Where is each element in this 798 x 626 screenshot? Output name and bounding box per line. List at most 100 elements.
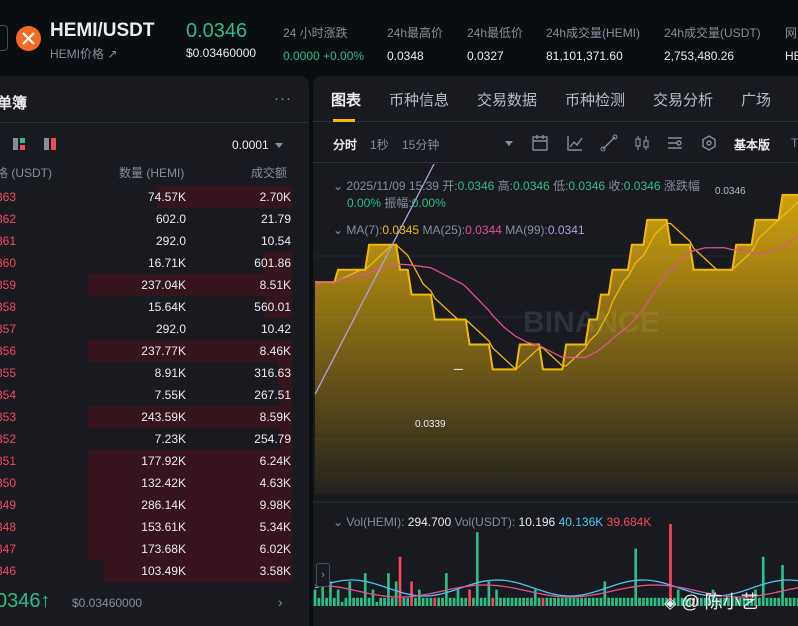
hexagon-settings-icon[interactable] [700,134,718,152]
interval-time[interactable]: 分时 [333,136,357,153]
tab-coin-check[interactable]: 币种检测 [565,89,625,110]
interval-15m[interactable]: 15分钟 [402,136,439,153]
volume-bar [417,589,421,606]
ask-qty: 292.0 [155,234,186,248]
ask-price: 352 [0,432,17,446]
amp-label: 振幅: [384,196,412,210]
ask-row[interactable]: 347 173.68K 6.02K [0,538,309,560]
ask-total: 601.86 [254,256,291,270]
ma99-label: MA(99): [505,223,548,237]
volume-bar [553,597,556,606]
stat-24h-change: 24 小时涨跌 0.0000 +0.00% [283,24,364,63]
volume-bar [464,597,468,606]
ask-total: 21.79 [260,212,291,226]
close-label: 收: [608,179,624,193]
volume-bar [788,597,792,606]
ask-row[interactable]: 354 7.55K 267.51 [0,384,309,406]
ask-row[interactable]: 353 243.59K 8.59K [0,406,309,428]
tradingview-toggle[interactable]: T [791,136,798,150]
ask-row[interactable]: 348 153.61K 5.34K [0,516,309,538]
interval-dropdown-icon[interactable] [505,141,513,146]
ask-row[interactable]: 346 103.49K 3.58K [0,560,309,582]
volume-bar [429,597,433,606]
tab-square[interactable]: 广场 [741,89,771,110]
chevron-down-icon [274,143,283,149]
volume-bar [475,532,479,606]
ask-row[interactable]: 351 177.92K 6.24K [0,450,309,472]
book-mode-asks-icon[interactable] [44,138,56,150]
tab-coin-info[interactable]: 币种信息 [389,89,449,110]
chart-settings-icon[interactable] [666,134,684,152]
indicator-icon[interactable] [566,134,584,152]
ask-row[interactable]: 355 8.91K 316.63 [0,362,309,384]
book-mode-both-icon[interactable] [13,138,25,150]
change-value: 0.00% [347,196,382,210]
ask-row[interactable]: 350 132.42K 4.63K [0,472,309,494]
draw-tool-icon[interactable] [600,134,618,152]
vol-ma2-value: 39.684K [606,515,652,529]
ask-price: 351 [0,454,17,468]
price-chart[interactable]: BINANCE ⌄ 2025/11/09 15:39 开:0.0346 高:0.… [313,76,798,626]
stat-value: 0.0000 +0.00% [283,49,365,63]
ask-row[interactable]: 357 292.0 10.42 [0,318,309,340]
tab-trade-data[interactable]: 交易数据 [477,89,537,110]
volume-bar [526,597,529,606]
volume-bar [456,589,460,606]
volume-bar [387,573,390,606]
ask-row[interactable]: 349 286.14K 9.98K [0,494,309,516]
scroll-left-button[interactable]: › [316,563,330,587]
pair-price-link[interactable]: HEMI价格 ↗ [50,45,117,62]
volume-bar [495,589,498,606]
asks-list: 363 74.57K 2.70K 362 602.0 21.79 361 292.0 10.54… [0,186,309,582]
ma25-value: 0.0344 [465,223,502,237]
ask-row[interactable]: 358 15.64K 560.01 [0,296,309,318]
interval-1s[interactable]: 1秒 [370,136,389,153]
ask-row[interactable]: 362 602.0 21.79 [0,208,309,230]
ask-price: 354 [0,388,17,402]
more-options-icon[interactable]: ··· [274,90,292,107]
volume-bar [785,597,788,606]
ohlc-info: ⌄ 2025/11/09 15:39 开:0.0346 高:0.0346 低:0… [333,177,700,194]
calendar-icon[interactable] [531,134,549,152]
price-high-label: 0.0346 [715,186,746,197]
pair-name[interactable]: HEMI/USDT [50,20,155,42]
ask-row[interactable]: 356 237.77K 8.46K [0,340,309,362]
sidebar-toggle-icon[interactable] [0,25,8,51]
volume-bar [630,597,634,606]
tab-trade-analysis[interactable]: 交易分析 [653,89,713,110]
volume-bar [638,597,641,606]
ask-row[interactable]: 360 16.71K 601.86 [0,252,309,274]
ask-row[interactable]: 363 74.57K 2.70K [0,186,309,208]
volume-bar [603,581,607,606]
volume-bar [390,597,394,606]
tab-chart[interactable]: 图表 [331,89,361,110]
ma-collapse-icon[interactable]: ⌄ [333,223,343,237]
ask-qty: 602.0 [155,212,186,226]
ask-total: 8.59K [259,410,291,424]
low-label: 低: [553,179,569,193]
volume-bar [545,597,549,606]
basic-version-toggle[interactable]: 基本版 [734,136,770,153]
close-value: 0.0346 [623,179,661,193]
ask-qty: 8.91K [154,366,186,380]
ask-price: 348 [0,520,17,534]
volume-bar [340,601,344,606]
order-book-last-price: 0346↑ [0,590,51,612]
volume-bar [425,597,429,606]
volume-bar [491,597,495,606]
chevron-right-icon[interactable]: › [278,594,283,610]
volume-bar [452,597,456,606]
volume-collapse-icon[interactable]: ⌄ [333,515,343,529]
ask-price: 347 [0,542,17,556]
vol-usdt-value: 10.196 [518,515,556,529]
high-label: 高: [497,179,514,193]
ask-row[interactable]: 359 237.04K 8.51K [0,274,309,296]
order-book-panel: 单簿 ··· 0.0001 格 (USDT) 数量 (HEMI) 成交额 363… [0,76,309,626]
candle-style-icon[interactable] [633,134,651,152]
ask-row[interactable]: 352 7.23K 254.79 [0,428,309,450]
precision-select[interactable]: 0.0001 [232,138,283,152]
ask-qty: 7.55K [154,388,186,402]
ask-row[interactable]: 361 292.0 10.54 [0,230,309,252]
ma-info: ⌄ MA(7):0.0345 MA(25):0.0344 MA(99):0.03… [333,223,585,237]
ohlc-collapse-icon[interactable]: ⌄ [333,179,343,193]
